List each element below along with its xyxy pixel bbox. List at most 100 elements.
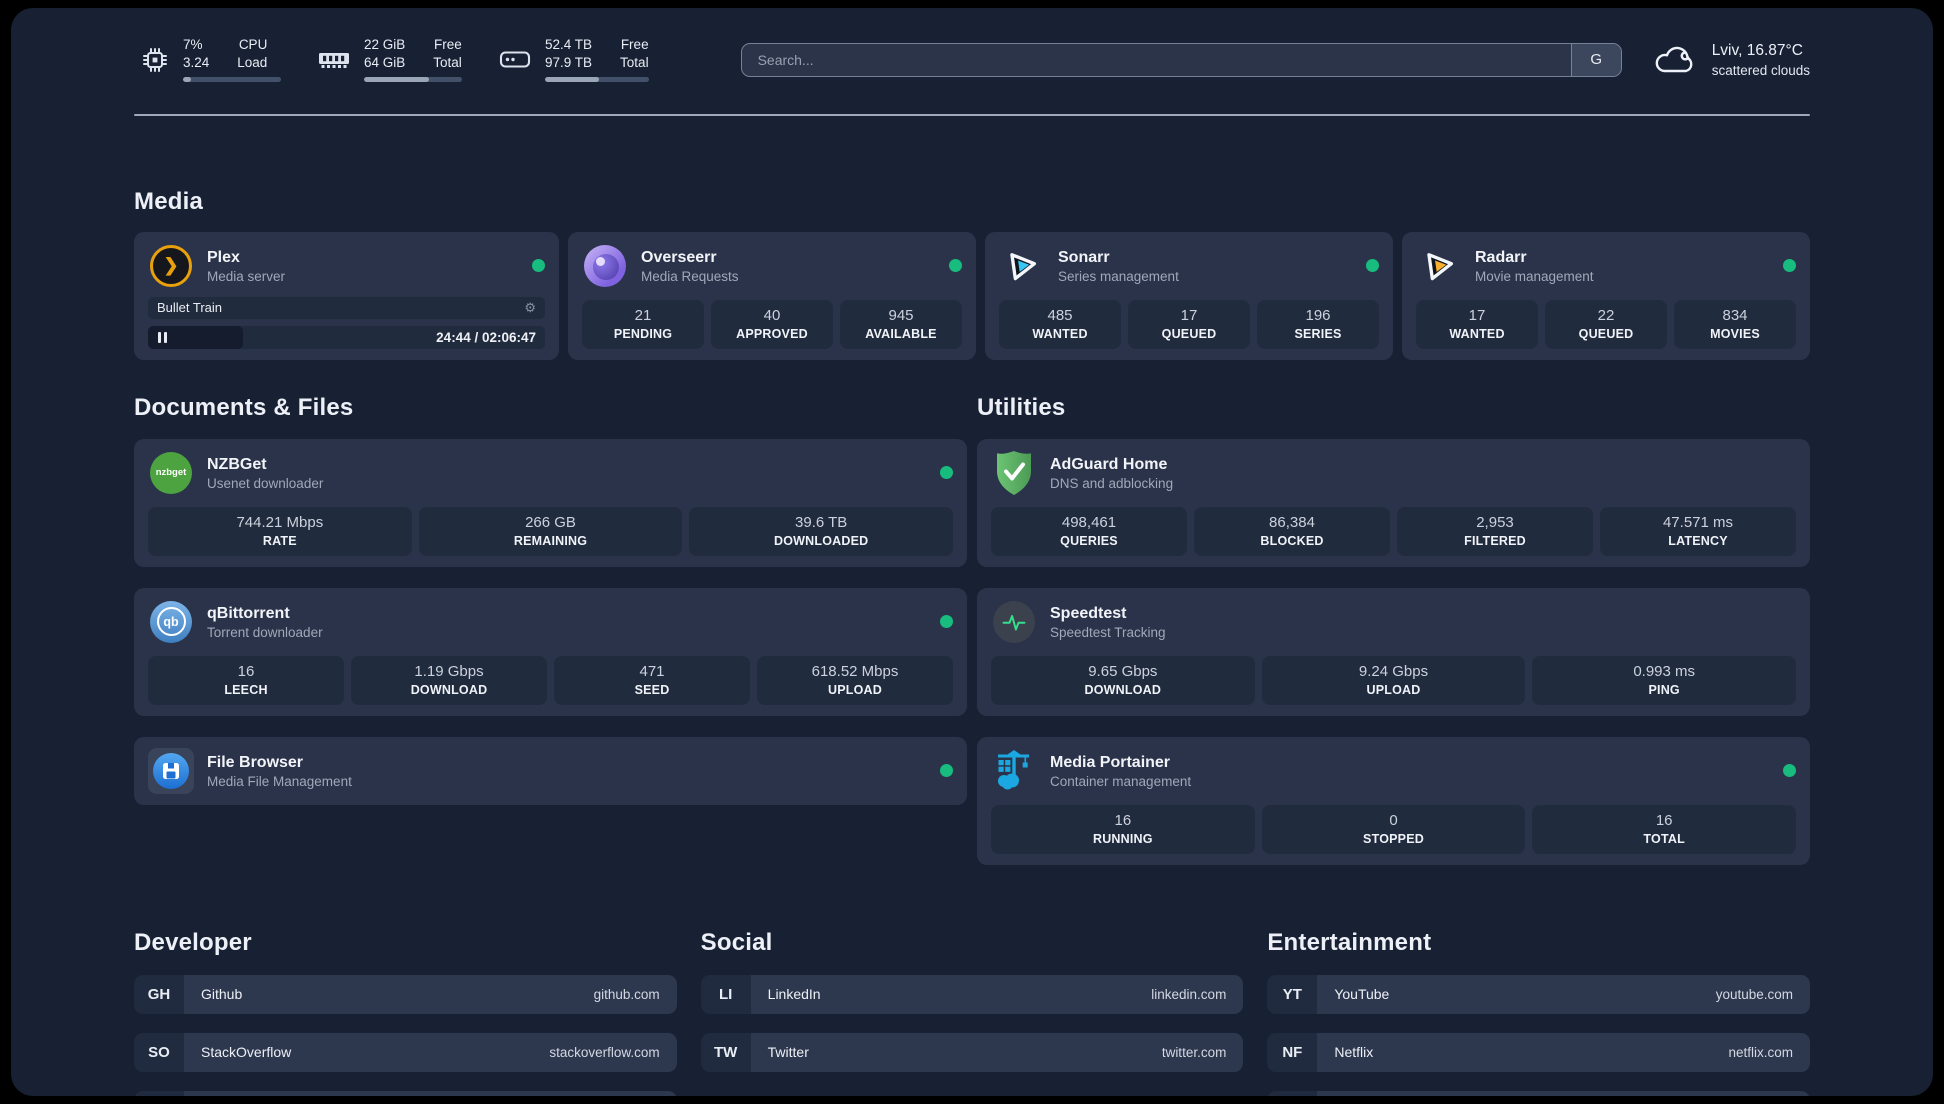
app-name: Speedtest [1050,604,1127,622]
usage-progress-bar [545,76,649,82]
radarr-icon [1416,243,1462,289]
stat-labels: Free Total [620,37,649,70]
stat-queries: 498,461 QUERIES [991,506,1187,556]
app-card-file-browser[interactable]: File Browser Media File Management [134,736,967,805]
overseerr-icon [582,243,628,289]
stat-total: 16 TOTAL [1532,804,1797,854]
bookmark-name: Github [201,986,243,1003]
bookmark-dev[interactable]: DT DEV dev.to [134,1090,677,1096]
app-card-adguard-home[interactable]: AdGuard Home DNS and adblocking 498,461 … [977,438,1810,567]
stat-label: PING [1648,682,1680,697]
app-name: Radarr [1475,248,1527,266]
nzbget-icon: nzbget [148,450,194,496]
stat-label: SEED [634,682,670,697]
section-title-media: Media [134,187,204,215]
stat-stopped: 0 STOPPED [1261,804,1526,854]
bookmark-url: twitter.com [1161,1044,1227,1060]
stat-wanted: 17 WANTED [1416,299,1538,349]
stat-upload: 618.52 Mbps UPLOAD [757,655,953,705]
stat-label: BLOCKED [1260,533,1324,548]
system-stat-cpu: 7% 3.24 CPU Load [140,37,281,82]
bookmark-twitter[interactable]: TW Twitter twitter.com [700,1032,1244,1072]
status-dot [532,259,545,273]
playback-time: 24:44 / 02:06:47 [436,329,536,345]
stat-running: 16 RUNNING [991,804,1255,854]
stat-seed: 471 SEED [554,655,750,705]
stat-values: 7% 3.24 [183,37,210,70]
bookmark-name: StackOverflow [201,1044,292,1061]
app-card-qbittorrent[interactable]: qb qBittorrent Torrent downloader 16 LEE… [134,587,967,716]
bookmark-url: netflix.com [1728,1044,1793,1060]
bookmark-github[interactable]: GH Github github.com [134,974,677,1014]
section-title: Entertainment [1267,928,1432,956]
bookmark-youtube[interactable]: YT YouTube youtube.com [1267,974,1810,1014]
plex-icon: ❯ [148,243,194,289]
stat-label: WANTED [1032,326,1088,341]
app-card-media-portainer[interactable]: Media Portainer Container management 16 … [977,736,1810,865]
stat-label: RUNNING [1092,831,1153,846]
bookmark-reddit[interactable]: RE Reddit reddit.com [1267,1090,1810,1096]
stat-label: DOWNLOADED [774,533,869,548]
system-stat-disk: 52.4 TB 97.9 TB Free Total [498,37,649,82]
bookmark-name: Twitter [767,1044,809,1061]
stat-label: SERIES [1294,326,1342,341]
stat-label: REMAINING [513,533,588,548]
app-card-radarr[interactable]: Radarr Movie management 17 WANTED 22 QUE… [1402,231,1810,360]
section-title-utilities: Utilities [977,393,1066,421]
stat-label: QUERIES [1060,533,1118,548]
stat-value: 2,953 [1476,513,1514,531]
search-bar[interactable]: G [740,42,1622,77]
stat-label: STOPPED [1363,831,1424,846]
stat-label: TOTAL [1643,831,1685,846]
stat-value: 9.24 Gbps [1358,662,1429,680]
media-cards-row: ❯ Plex Media server Bullet Train ⚙ 24:44… [134,231,1810,360]
status-dot [1783,764,1796,778]
app-name: Overseerr [641,248,717,266]
bookmark-abbr: YT [1267,974,1318,1014]
adguard-icon [991,450,1037,496]
stat-remaining: 266 GB REMAINING [418,506,683,556]
app-card-speedtest[interactable]: Speedtest Speedtest Tracking 9.65 Gbps D… [977,587,1810,716]
stat-value: 16 [1114,811,1132,829]
pause-icon[interactable] [158,331,167,343]
app-name: File Browser [207,753,304,771]
filebrowser-icon [148,747,194,794]
stat-queued: 22 QUEUED [1545,299,1667,349]
app-card-overseerr[interactable]: Overseerr Media Requests 21 PENDING 40 A… [568,231,976,360]
now-playing-row: Bullet Train ⚙ [148,296,545,319]
app-card-plex[interactable]: ❯ Plex Media server Bullet Train ⚙ 24:44… [134,231,559,360]
app-name: Media Portainer [1050,753,1171,771]
bookmark-abbr: DT [134,1090,184,1096]
stat-values: 22 GiB 64 GiB [364,37,406,70]
search-input[interactable] [741,43,1571,76]
gear-icon[interactable]: ⚙ [524,300,536,316]
stat-label: QUEUED [1161,326,1217,341]
stat-available: 945 AVAILABLE [840,299,962,349]
mid-sections: Documents & Files nzbget NZBGet Usenet d… [134,394,1810,865]
bookmark-name: LinkedIn [767,986,821,1003]
status-dot [940,466,953,480]
stat-series: 196 SERIES [1257,299,1379,349]
stat-value: 16 [1655,811,1673,829]
section-documents-files: Documents & Files nzbget NZBGet Usenet d… [134,394,967,865]
app-description: DNS and adblocking [1050,475,1174,491]
stat-download: 9.65 Gbps DOWNLOAD [991,655,1255,705]
bookmark-netflix[interactable]: NF Netflix netflix.com [1267,1032,1810,1072]
playback-progress-bar[interactable]: 24:44 / 02:06:47 [148,325,545,349]
bookmark-linkedin[interactable]: LI LinkedIn linkedin.com [700,974,1244,1014]
app-card-sonarr[interactable]: Sonarr Series management 485 WANTED 17 Q… [985,231,1393,360]
stat-labels: Free Total [433,37,462,70]
system-stats: 7% 3.24 CPU Load 22 GiB 64 GiB Free Total [140,37,649,82]
stat-label: UPLOAD [828,682,882,697]
bookmark-stackoverflow[interactable]: SO StackOverflow stackoverflow.com [134,1032,677,1072]
stat-value: 16 [237,662,255,680]
status-dot [940,615,953,629]
cloud-icon [1652,42,1698,78]
search-engine-button[interactable]: G [1570,43,1621,76]
section-media: Media ❯ Plex Media server Bullet Train ⚙… [134,188,1810,360]
bookmark-url: stackoverflow.com [549,1044,660,1060]
stat-upload: 9.24 Gbps UPLOAD [1261,655,1526,705]
app-card-nzbget[interactable]: nzbget NZBGet Usenet downloader 744.21 M… [134,438,967,567]
usage-progress-bar [364,76,462,82]
stat-ping: 0.993 ms PING [1532,655,1797,705]
